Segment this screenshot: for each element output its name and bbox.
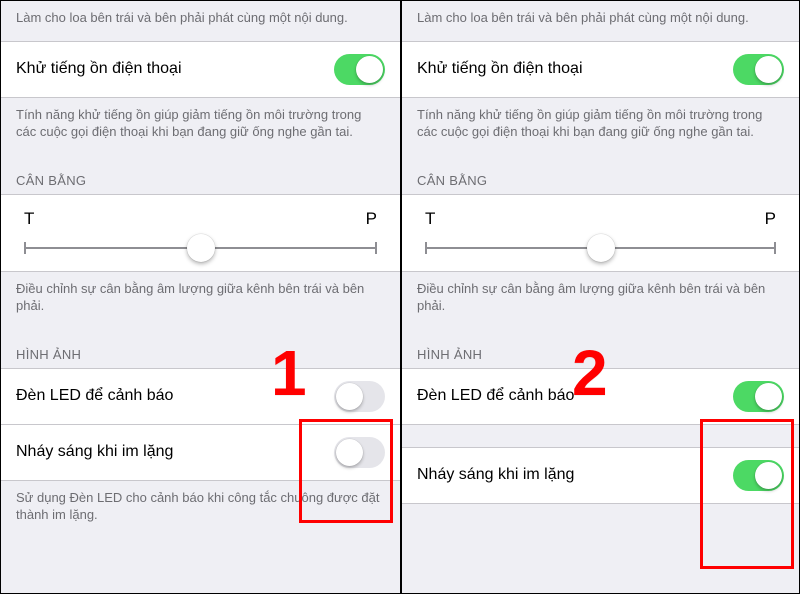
flash-silent-toggle[interactable] [733, 460, 784, 491]
balance-slider-thumb[interactable] [187, 234, 215, 262]
led-alert-toggle[interactable] [733, 381, 784, 412]
speaker-desc: Làm cho loa bên trái và bên phải phát cù… [1, 1, 400, 41]
led-footer-desc: Sử dụng Đèn LED cho cảnh báo khi công tắ… [1, 481, 400, 536]
balance-desc: Điều chỉnh sự cân bằng âm lượng giữa kên… [402, 272, 799, 329]
noise-cancel-row: Khử tiếng ồn điện thoại [1, 41, 400, 98]
flash-silent-label: Nháy sáng khi im lặng [16, 443, 173, 461]
balance-left-label: T [24, 209, 34, 229]
noise-cancel-label: Khử tiếng ồn điện thoại [16, 60, 182, 78]
balance-header: CÂN BẰNG [1, 155, 400, 194]
panel-right: Làm cho loa bên trái và bên phải phát cù… [400, 1, 799, 593]
balance-right-label: P [366, 209, 377, 229]
panel-left: Làm cho loa bên trái và bên phải phát cù… [1, 1, 400, 593]
noise-cancel-desc: Tính năng khử tiếng ồn giúp giảm tiếng ồ… [1, 98, 400, 155]
speaker-desc: Làm cho loa bên trái và bên phải phát cù… [402, 1, 799, 41]
noise-cancel-row: Khử tiếng ồn điện thoại [402, 41, 799, 98]
flash-silent-toggle[interactable] [334, 437, 385, 468]
flash-silent-label: Nháy sáng khi im lặng [417, 466, 574, 484]
led-alert-toggle[interactable] [334, 381, 385, 412]
flash-silent-row: Nháy sáng khi im lặng [1, 425, 400, 481]
noise-cancel-toggle[interactable] [334, 54, 385, 85]
led-alert-label: Đèn LED để cảnh báo [16, 387, 173, 405]
noise-cancel-desc: Tính năng khử tiếng ồn giúp giảm tiếng ồ… [402, 98, 799, 155]
noise-cancel-toggle[interactable] [733, 54, 784, 85]
balance-slider-thumb[interactable] [587, 234, 615, 262]
led-alert-row: Đèn LED để cảnh báo [1, 368, 400, 425]
balance-header: CÂN BẰNG [402, 155, 799, 194]
row-gap [402, 425, 799, 447]
flash-silent-row: Nháy sáng khi im lặng [402, 447, 799, 504]
noise-cancel-label: Khử tiếng ồn điện thoại [417, 60, 583, 78]
visual-header: HÌNH ẢNH [1, 329, 400, 368]
balance-slider[interactable] [24, 247, 377, 249]
balance-block: T P [1, 194, 400, 272]
led-alert-label: Đèn LED để cảnh báo [417, 387, 574, 405]
comparison-wrapper: Làm cho loa bên trái và bên phải phát cù… [0, 0, 800, 594]
balance-block: T P [402, 194, 799, 272]
balance-desc: Điều chỉnh sự cân bằng âm lượng giữa kên… [1, 272, 400, 329]
visual-header: HÌNH ẢNH [402, 329, 799, 368]
led-alert-row: Đèn LED để cảnh báo [402, 368, 799, 425]
balance-slider[interactable] [425, 247, 776, 249]
balance-left-label: T [425, 209, 435, 229]
balance-right-label: P [765, 209, 776, 229]
